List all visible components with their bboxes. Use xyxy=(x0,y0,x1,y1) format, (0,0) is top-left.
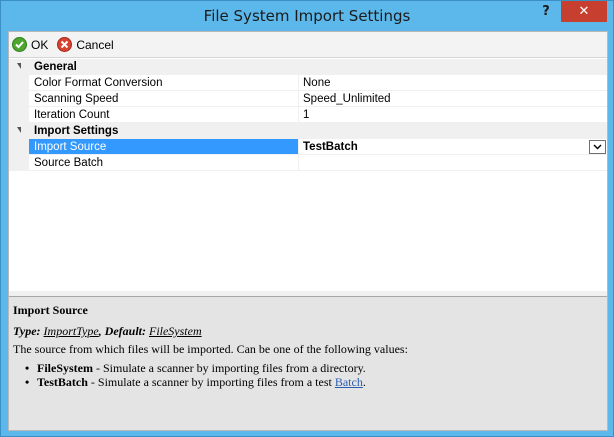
property-value[interactable]: None xyxy=(299,75,607,91)
list-item: TestBatch - Simulate a scanner by import… xyxy=(25,375,603,389)
dialog-body: OK Cancel General Color Format Conversio… xyxy=(8,31,608,431)
batch-link[interactable]: Batch xyxy=(335,375,363,389)
dropdown-button[interactable] xyxy=(589,140,606,154)
chevron-down-icon xyxy=(593,144,602,150)
ok-label: OK xyxy=(31,37,49,52)
help-type-line: Type: ImportType, Default: FileSystem xyxy=(13,324,202,338)
default-link[interactable]: FileSystem xyxy=(149,324,202,338)
property-name: Import Source xyxy=(29,139,299,155)
cancel-button[interactable]: Cancel xyxy=(56,34,117,56)
help-pane: Import Source Type: ImportType, Default:… xyxy=(9,296,607,430)
ok-button[interactable]: OK xyxy=(11,34,52,56)
property-name: Scanning Speed xyxy=(29,91,299,107)
window-title: File System Import Settings xyxy=(203,7,411,25)
toolbar: OK Cancel xyxy=(9,32,607,58)
property-row-import-source[interactable]: Import Source TestBatch xyxy=(9,139,607,155)
category-general[interactable]: General xyxy=(9,59,607,75)
checkmark-icon xyxy=(12,37,27,52)
type-link[interactable]: ImportType xyxy=(44,324,99,338)
dialog-window: File System Import Settings ? ✕ OK Cance… xyxy=(0,0,614,437)
property-name: Source Batch xyxy=(29,155,299,171)
help-description: The source from which files will be impo… xyxy=(13,342,408,356)
title-bar[interactable]: File System Import Settings ? ✕ xyxy=(1,1,613,31)
collapse-arrow-icon[interactable] xyxy=(17,63,21,69)
property-row-scanning-speed[interactable]: Scanning Speed Speed_Unlimited xyxy=(9,91,607,107)
property-row-source-batch[interactable]: Source Batch xyxy=(9,155,607,171)
selected-value: TestBatch xyxy=(303,141,358,153)
property-name: Iteration Count xyxy=(29,107,299,123)
property-grid: General Color Format Conversion None Sca… xyxy=(9,59,607,291)
help-button[interactable]: ? xyxy=(532,1,560,22)
cancel-icon xyxy=(57,37,73,52)
category-label: General xyxy=(34,61,77,73)
list-item: FileSystem - Simulate a scanner by impor… xyxy=(25,361,603,375)
property-value[interactable] xyxy=(299,155,607,171)
help-values-list: FileSystem - Simulate a scanner by impor… xyxy=(13,361,603,389)
property-value[interactable]: Speed_Unlimited xyxy=(299,91,607,107)
property-row-iteration-count[interactable]: Iteration Count 1 xyxy=(9,107,607,123)
category-label: Import Settings xyxy=(34,125,119,137)
collapse-arrow-icon[interactable] xyxy=(17,127,21,133)
property-row-color-format-conversion[interactable]: Color Format Conversion None xyxy=(9,75,607,91)
property-name: Color Format Conversion xyxy=(29,75,299,91)
close-button[interactable]: ✕ xyxy=(561,1,607,22)
property-value[interactable]: 1 xyxy=(299,107,607,123)
category-import-settings[interactable]: Import Settings xyxy=(9,123,607,139)
help-title: Import Source xyxy=(13,303,88,317)
property-value-select[interactable]: TestBatch xyxy=(299,139,607,155)
cancel-label: Cancel xyxy=(76,37,114,52)
